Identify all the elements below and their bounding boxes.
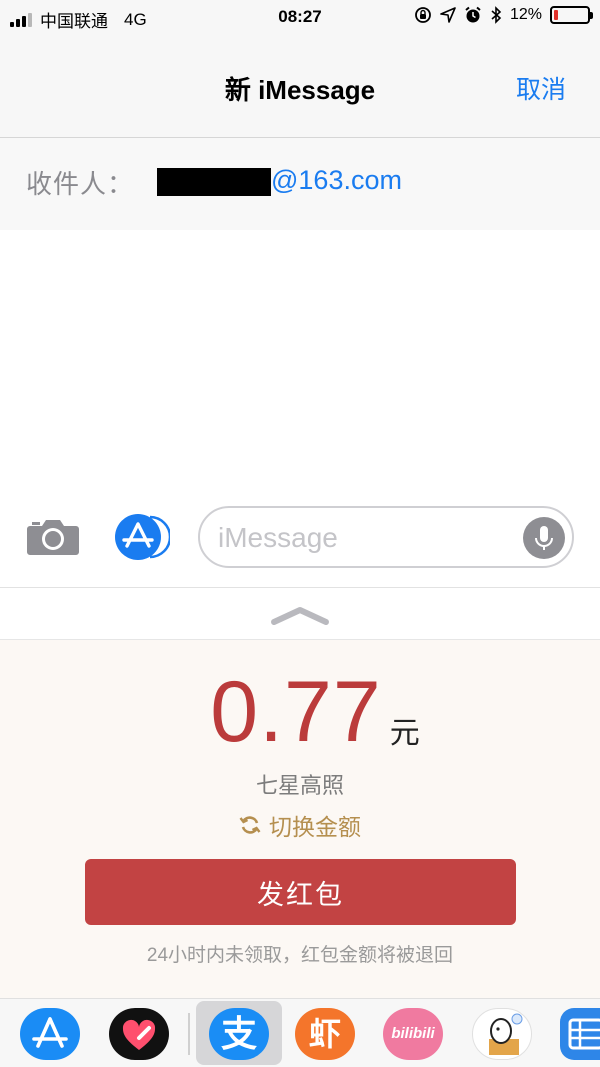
refund-note: 24小时内未领取，红包金额将被退回 [146, 945, 454, 966]
app-store-icon[interactable] [20, 1008, 80, 1060]
amount-value: 0.77 [210, 664, 382, 760]
recipient-email-domain[interactable]: @163.com [271, 165, 402, 196]
switch-amount-button[interactable]: 切换金额 [0, 808, 600, 842]
recipient-label: 收件人： [26, 169, 135, 199]
message-input-container [198, 506, 574, 568]
app-drawer: 支 虾 bilibili [0, 998, 600, 1067]
dog-sticker-icon[interactable] [472, 1008, 532, 1060]
battery-icon [550, 6, 593, 24]
drawer-handle-bar [0, 588, 600, 640]
message-input[interactable] [218, 518, 518, 558]
film-icon[interactable] [560, 1008, 600, 1060]
orientation-lock-icon [415, 7, 431, 23]
location-icon [440, 7, 456, 23]
currency-label: 元 [389, 717, 420, 750]
alipay-icon[interactable]: 支 [209, 1008, 269, 1060]
red-packet-panel: 0.77 元 七星高照 切换金额 发红包 24小时内未领取，红包金额将被退回 [0, 640, 600, 998]
switch-amount-label: 切换金额 [269, 814, 361, 840]
message-thread [0, 230, 600, 500]
send-red-packet-button[interactable]: 发红包 [85, 859, 516, 925]
microphone-button[interactable] [523, 517, 565, 559]
refresh-icon [239, 816, 261, 834]
bluetooth-icon [491, 6, 502, 24]
alarm-icon [465, 6, 481, 23]
battery-percent: 12% [509, 6, 542, 23]
xiami-icon[interactable]: 虾 [295, 1008, 355, 1060]
status-bar: 中国联通 4G 08:27 12% [0, 0, 600, 34]
battery-level [554, 10, 558, 20]
cancel-button[interactable]: 取消 [516, 70, 566, 106]
redacted-username [157, 168, 271, 196]
microphone-icon [535, 526, 553, 550]
recipient-field[interactable]: 收件人： @163.com [0, 138, 600, 230]
app-store-icon[interactable] [110, 514, 170, 560]
digital-touch-icon[interactable] [109, 1008, 169, 1060]
chevron-up-icon[interactable] [270, 604, 330, 626]
amount-row: 0.77 元 [0, 666, 600, 758]
greeting-text: 七星高照 [255, 773, 344, 798]
bilibili-icon[interactable]: bilibili [383, 1008, 443, 1060]
camera-icon[interactable] [26, 516, 80, 556]
composer-bar [0, 500, 600, 588]
page-title: 新 iMessage [224, 75, 376, 105]
drawer-separator [188, 1013, 190, 1055]
navigation-bar: 新 iMessage 取消 [0, 34, 600, 138]
status-right: 12% [414, 6, 593, 24]
